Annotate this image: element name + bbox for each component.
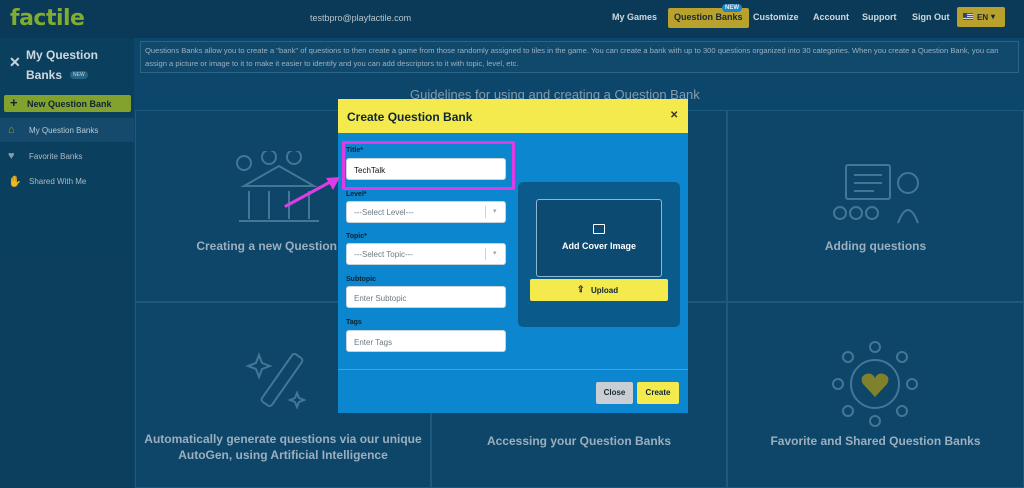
modal-header: Create Question Bank ✕ <box>338 99 688 133</box>
upload-button[interactable]: ⇪ Upload <box>530 279 668 301</box>
create-button[interactable]: Create <box>637 382 679 404</box>
add-cover-image-dropzone[interactable]: Add Cover Image <box>536 199 662 277</box>
upload-icon: ⇪ <box>577 284 585 294</box>
level-select[interactable]: ---Select Level--- ▾ <box>346 201 506 223</box>
select-separator <box>485 248 486 260</box>
upload-label: Upload <box>591 286 619 295</box>
topic-label: Topic* <box>346 233 367 240</box>
topic-select[interactable]: ---Select Topic--- ▾ <box>346 243 506 265</box>
cover-image-label: Add Cover Image <box>561 241 637 251</box>
chevron-down-icon: ▾ <box>493 208 497 215</box>
modal-footer-divider <box>338 369 688 370</box>
level-select-value: ---Select Level--- <box>354 208 414 217</box>
tags-label: Tags <box>346 319 362 326</box>
title-highlight-box <box>342 141 515 190</box>
cover-image-panel: Add Cover Image ⇪ Upload <box>518 182 680 327</box>
level-label: Level* <box>346 191 367 198</box>
close-button[interactable]: Close <box>596 382 633 404</box>
image-icon <box>593 224 605 234</box>
chevron-down-icon: ▾ <box>493 250 497 257</box>
modal-title: Create Question Bank <box>347 110 473 124</box>
select-separator <box>485 206 486 218</box>
topic-select-value: ---Select Topic--- <box>354 250 413 259</box>
subtopic-label: Subtopic <box>346 276 376 283</box>
subtopic-field[interactable]: Enter Subtopic <box>346 286 506 308</box>
close-icon[interactable]: ✕ <box>670 110 678 121</box>
pointer-arrow-icon <box>284 177 340 208</box>
tags-field[interactable]: Enter Tags <box>346 330 506 352</box>
